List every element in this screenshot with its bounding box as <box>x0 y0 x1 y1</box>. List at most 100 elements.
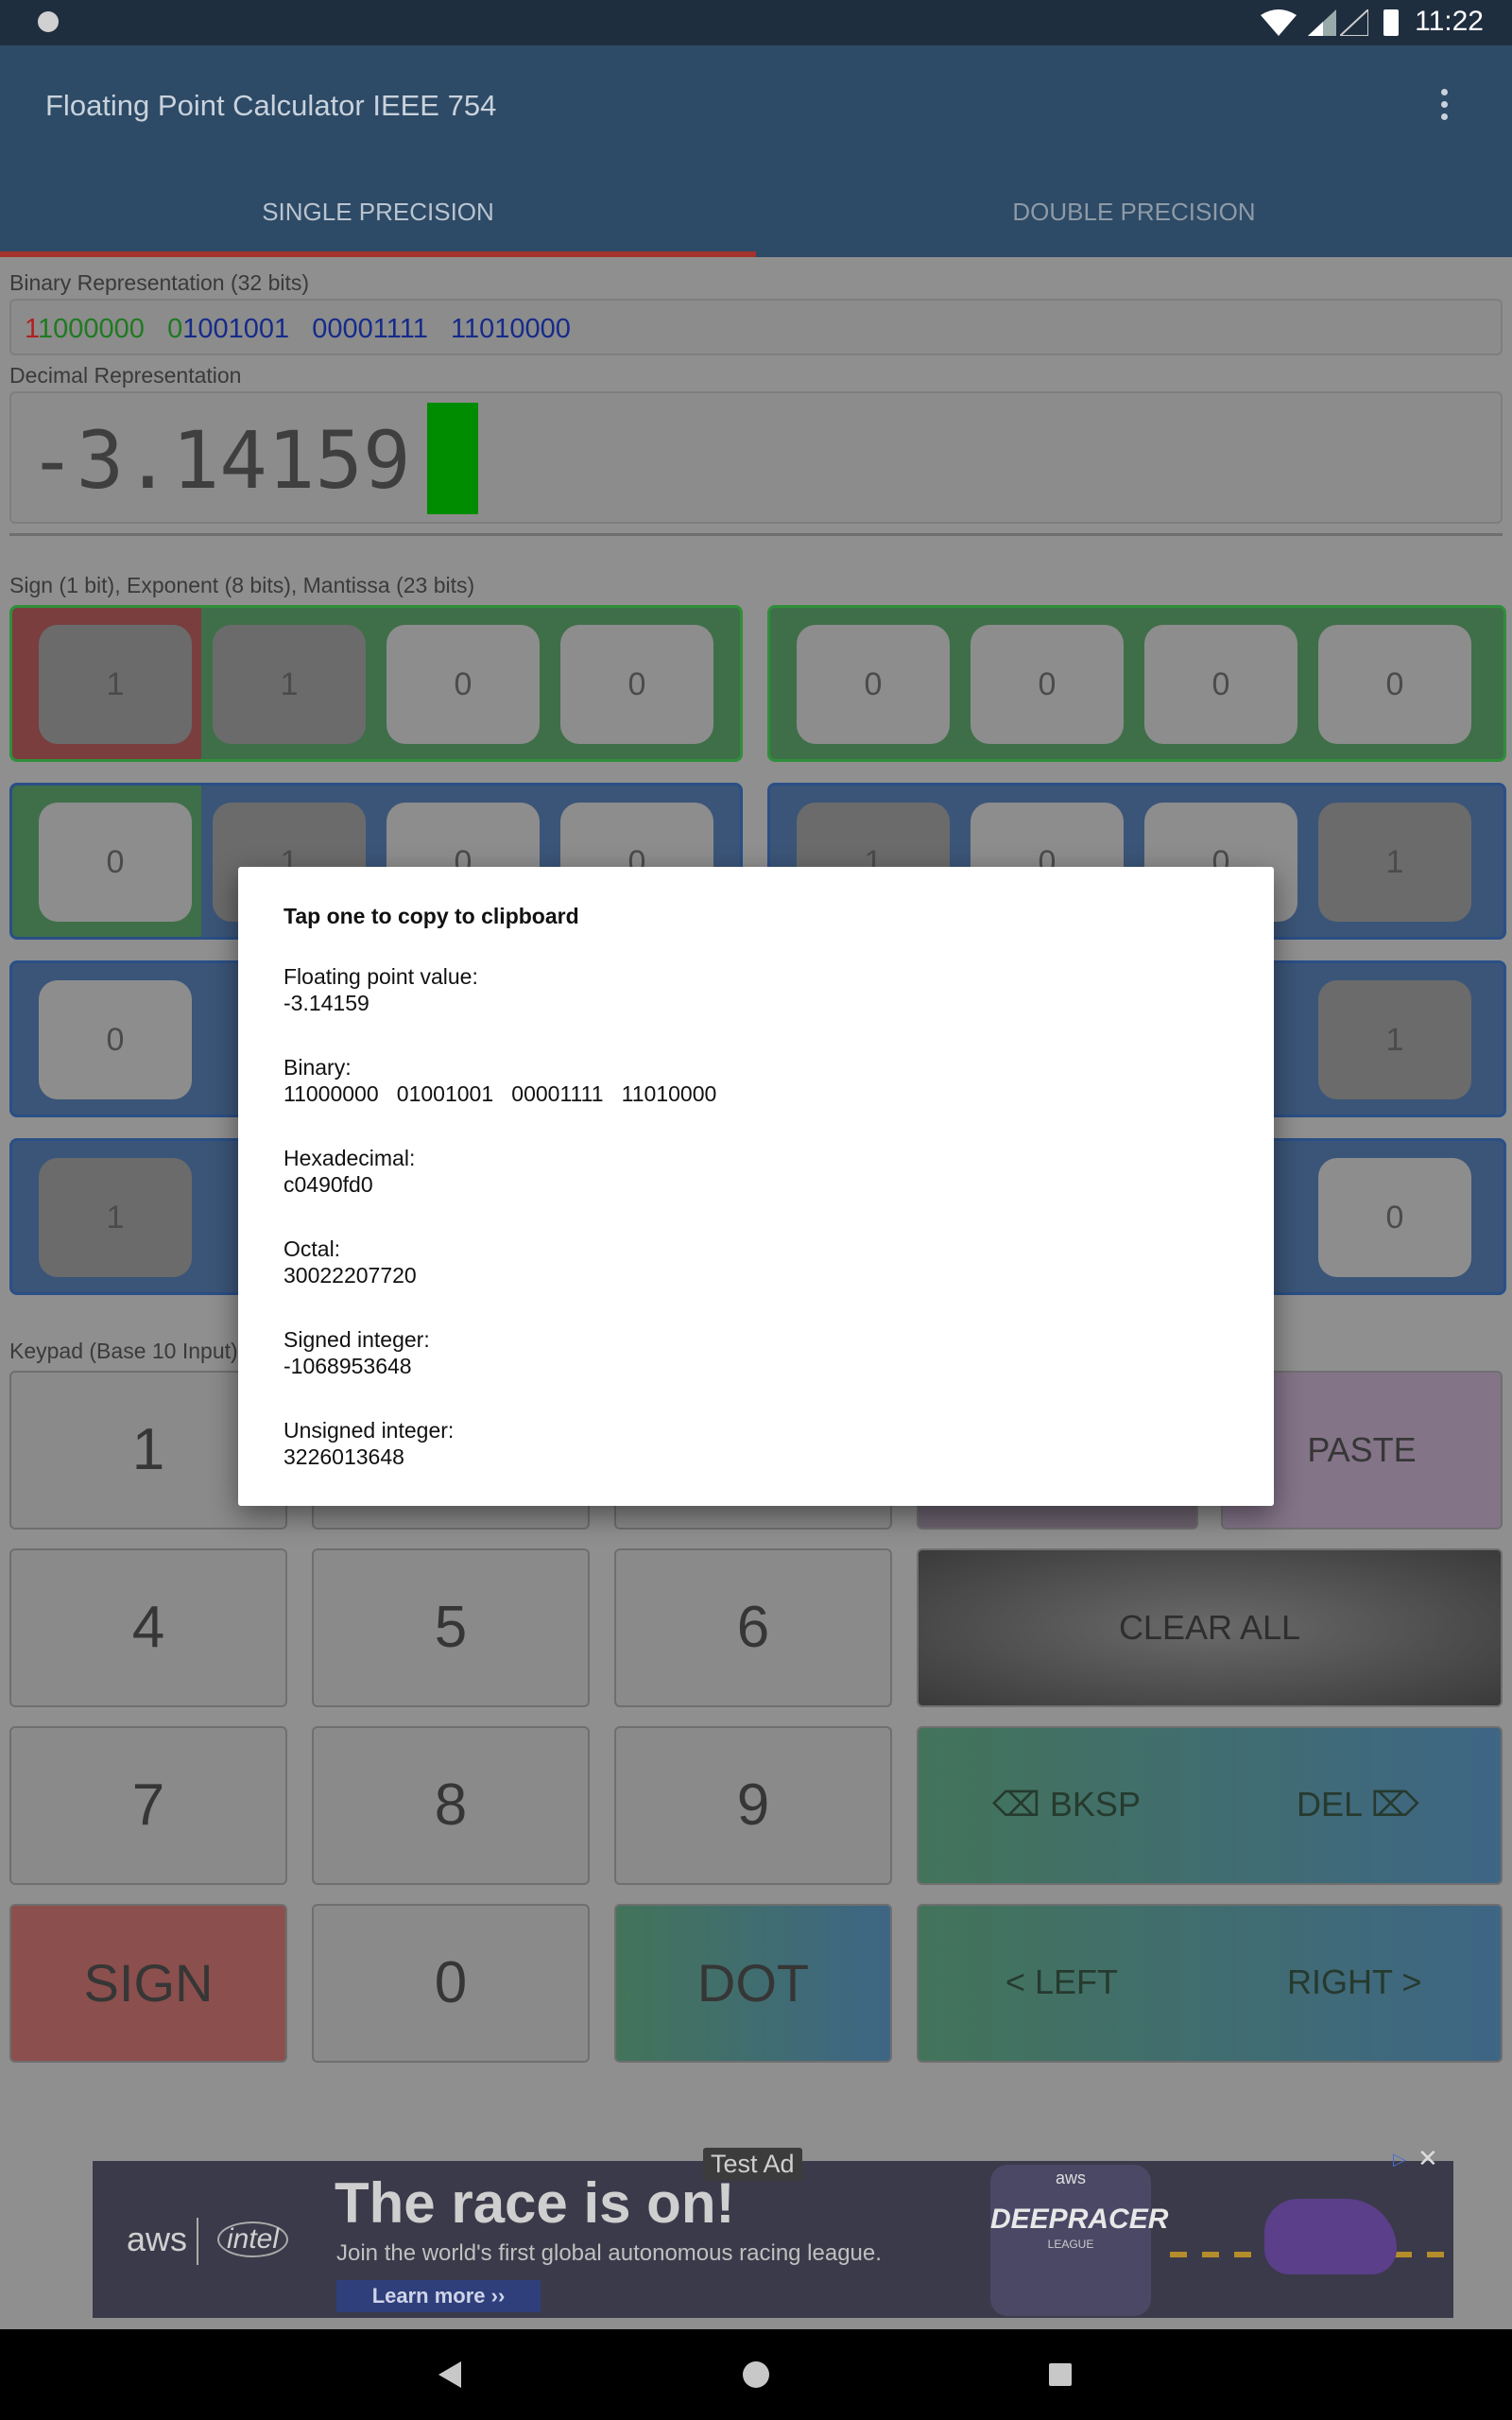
bit-card-sign-exponent: 1 1 0 0 <box>9 605 743 762</box>
dialog-item-label: Hexadecimal: <box>284 1146 416 1170</box>
bit-31[interactable]: 1 <box>39 625 192 744</box>
binary-exponent-a: 1000000 <box>37 314 145 344</box>
bit-28[interactable]: 0 <box>560 625 713 744</box>
bit-25[interactable]: 0 <box>1144 625 1297 744</box>
active-tab-indicator <box>0 251 756 257</box>
binary-byte-1: 1001001 <box>182 314 290 344</box>
binary-byte-2: 00001111 <box>312 314 428 344</box>
dialog-item-float[interactable]: Floating point value: -3.14159 <box>284 963 478 1016</box>
dialog-item-label: Binary: <box>284 1055 352 1080</box>
bit-27[interactable]: 0 <box>797 625 950 744</box>
delete-button[interactable]: DEL ⌦ <box>1297 1785 1419 1824</box>
ad-close-icon[interactable]: ✕ <box>1418 2146 1442 2170</box>
battery-icon <box>1383 9 1399 36</box>
home-icon[interactable] <box>743 2361 769 2388</box>
recents-icon[interactable] <box>1049 2363 1072 2386</box>
ad-headline: The race is on! <box>335 2171 735 2235</box>
tab-single-precision[interactable]: SINGLE PRECISION <box>0 166 756 257</box>
dialog-item-label: Unsigned integer: <box>284 1418 455 1443</box>
key-9[interactable]: 9 <box>614 1726 892 1885</box>
keypad-label: Keypad (Base 10 Input) <box>9 1339 238 1363</box>
dialog-item-signed[interactable]: Signed integer: -1068953648 <box>284 1326 430 1379</box>
dialog-item-label: Floating point value: <box>284 964 478 989</box>
dialog-item-value: 3226013648 <box>284 1444 404 1469</box>
right-button[interactable]: RIGHT > <box>1287 1962 1421 2002</box>
binary-field[interactable]: 11000000 01001001 00001111 11010000 <box>9 299 1503 355</box>
binary-exponent-b: 0 <box>167 314 183 344</box>
back-icon[interactable] <box>438 2361 461 2388</box>
bit-29[interactable]: 0 <box>387 625 540 744</box>
copy-dialog: Tap one to copy to clipboard Floating po… <box>238 867 1274 1506</box>
bit-26[interactable]: 0 <box>971 625 1124 744</box>
dialog-item-label: Signed integer: <box>284 1327 430 1352</box>
dialog-item-value: 11000000 01001001 00001111 11010000 <box>284 1081 717 1106</box>
dialog-item-octal[interactable]: Octal: 30022207720 <box>284 1236 417 1288</box>
bits-label: Sign (1 bit), Exponent (8 bits), Mantiss… <box>9 573 475 597</box>
dialog-title: Tap one to copy to clipboard <box>284 904 579 928</box>
tab-double-precision[interactable]: DOUBLE PRECISION <box>756 166 1512 257</box>
notification-icon <box>38 11 59 32</box>
dialog-item-value: c0490fd0 <box>284 1172 373 1197</box>
dialog-item-value: -3.14159 <box>284 991 369 1015</box>
dot-button[interactable]: DOT <box>614 1904 892 2063</box>
bit-0[interactable]: 0 <box>1318 1158 1471 1277</box>
backspace-delete-group: ⌫ BKSP DEL ⌦ <box>917 1726 1503 1885</box>
cursor-move-group: < LEFT RIGHT > <box>917 1904 1503 2063</box>
deepracer-badge-top: aws <box>1055 2169 1086 2187</box>
overflow-menu-icon[interactable] <box>1440 89 1450 123</box>
binary-byte-3: 11010000 <box>451 314 571 344</box>
deepracer-badge-bottom: LEAGUE <box>1047 2238 1094 2251</box>
divider <box>9 533 1503 536</box>
binary-value: 11000000 01001001 00001111 11010000 <box>25 314 571 345</box>
backspace-button[interactable]: ⌫ BKSP <box>992 1785 1141 1824</box>
key-0[interactable]: 0 <box>312 1904 590 2063</box>
bit-7[interactable]: 1 <box>39 1158 192 1277</box>
app-title: Floating Point Calculator IEEE 754 <box>45 89 497 122</box>
app-bar: Floating Point Calculator IEEE 754 <box>0 45 1512 166</box>
binary-label: Binary Representation (32 bits) <box>9 270 310 295</box>
binary-sign-bit: 1 <box>25 314 38 344</box>
key-5[interactable]: 5 <box>312 1548 590 1707</box>
logo-separator <box>197 2218 198 2265</box>
aws-logo: aws <box>127 2220 188 2258</box>
bit-card-exponent: 0 0 0 0 <box>767 605 1506 762</box>
intel-logo: intel <box>217 2221 289 2257</box>
key-8[interactable]: 8 <box>312 1726 590 1885</box>
sign-button[interactable]: SIGN <box>9 1904 287 2063</box>
tab-bar: SINGLE PRECISION DOUBLE PRECISION <box>0 166 1512 257</box>
key-7[interactable]: 7 <box>9 1726 287 1885</box>
ad-cta-button[interactable]: Learn more ›› <box>336 2280 541 2312</box>
ad-subtext: Join the world's first global autonomous… <box>336 2240 882 2266</box>
signal-icon <box>1308 9 1336 36</box>
key-6[interactable]: 6 <box>614 1548 892 1707</box>
decimal-label: Decimal Representation <box>9 363 242 388</box>
test-ad-tag: Test Ad <box>703 2148 802 2181</box>
dialog-item-unsigned[interactable]: Unsigned integer: 3226013648 <box>284 1417 454 1470</box>
decimal-value: -3.14159 <box>28 414 411 507</box>
bit-8[interactable]: 1 <box>1318 980 1471 1099</box>
deepracer-badge: aws DEEPRACER LEAGUE <box>990 2165 1169 2316</box>
status-bar: 11:22 <box>0 0 1512 45</box>
dialog-item-binary[interactable]: Binary: 11000000 01001001 00001111 11010… <box>284 1054 716 1107</box>
key-4[interactable]: 4 <box>9 1548 287 1707</box>
bit-24[interactable]: 0 <box>1318 625 1471 744</box>
ad-choices-icon[interactable]: ▷ <box>1393 2150 1412 2169</box>
bit-16[interactable]: 1 <box>1318 803 1471 922</box>
decimal-field[interactable]: -3.14159 <box>9 391 1503 524</box>
race-car-image <box>1264 2199 1397 2274</box>
deepracer-logo: DEEPRACER <box>990 2204 1169 2235</box>
left-button[interactable]: < LEFT <box>1005 1962 1118 2002</box>
bit-23[interactable]: 0 <box>39 803 192 922</box>
ad-banner[interactable]: aws intel The race is on! Join the world… <box>93 2161 1453 2318</box>
navigation-bar <box>0 2329 1512 2420</box>
bit-15[interactable]: 0 <box>39 980 192 1099</box>
dialog-item-hex[interactable]: Hexadecimal: c0490fd0 <box>284 1145 415 1198</box>
text-cursor <box>427 403 478 514</box>
clock: 11:22 <box>1415 6 1484 37</box>
dialog-item-label: Octal: <box>284 1236 341 1261</box>
clear-all-button[interactable]: CLEAR ALL <box>917 1548 1503 1707</box>
wifi-icon <box>1261 9 1297 36</box>
dialog-item-value: 30022207720 <box>284 1263 417 1288</box>
dialog-item-value: -1068953648 <box>284 1354 412 1378</box>
bit-30[interactable]: 1 <box>213 625 366 744</box>
